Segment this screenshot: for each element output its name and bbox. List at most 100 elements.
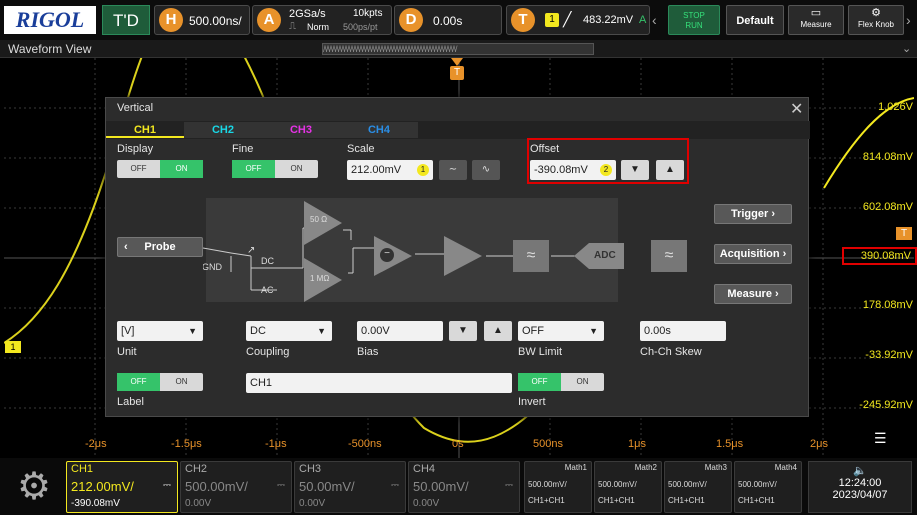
acquisition-nav-button[interactable]: Acquisition › — [714, 244, 792, 264]
chevron-right-icon[interactable]: › — [906, 5, 916, 35]
ch1-scale: 212.00mV/ — [71, 479, 134, 494]
math4-status[interactable]: Math4 500.00mV/ CH1+CH1 — [734, 461, 802, 513]
clock-time: 12:24:00 — [838, 477, 882, 489]
settings-gear-icon[interactable]: ⚙ — [6, 462, 62, 512]
math1-status[interactable]: Math1 500.00mV/ CH1+CH1 — [524, 461, 592, 513]
math1-expr: CH1+CH1 — [528, 496, 565, 505]
math2-expr: CH1+CH1 — [598, 496, 635, 505]
display-toggle[interactable]: OFF ON — [117, 160, 203, 178]
scale-label: Scale — [347, 143, 375, 155]
y-label: 814.08mV — [862, 151, 913, 163]
probe-button[interactable]: ‹ Probe — [117, 237, 203, 257]
x-label: -2μs — [85, 438, 107, 450]
stop-label: STOP — [683, 11, 705, 20]
ch4-scale: 50.00mV/ — [413, 479, 469, 494]
bw-value: OFF — [522, 325, 544, 337]
trigger-position-arrow — [451, 58, 463, 66]
math3-name: Math3 — [704, 463, 727, 472]
scale-up-wave-icon[interactable]: ∿ — [472, 160, 500, 180]
math2-scale: 500.00mV/ — [598, 480, 637, 489]
timebase-mode-button[interactable]: T'D — [102, 5, 150, 35]
scale-down-wave-icon[interactable]: ∼ — [439, 160, 467, 180]
tab-ch1[interactable]: CH1 — [106, 122, 184, 138]
x-label: 0s — [452, 438, 464, 450]
measure-nav-button[interactable]: Measure › — [714, 284, 792, 304]
stop-run-button[interactable]: STOP RUN — [668, 5, 720, 35]
coupling-label: Coupling — [246, 346, 290, 358]
menu-icon[interactable]: ☰ — [874, 430, 887, 447]
invert-toggle[interactable]: OFF ON — [518, 373, 604, 391]
trigger-button[interactable]: T 1 ╱ 483.22mV A — [506, 5, 650, 35]
chevron-down-icon: ▼ — [589, 326, 598, 336]
math1-name: Math1 — [564, 463, 587, 472]
math3-expr: CH1+CH1 — [668, 496, 705, 505]
measure-label: Measure — [800, 20, 832, 29]
toggle-off: OFF — [232, 160, 275, 178]
trigger-nav-label: Trigger — [730, 208, 769, 220]
chevron-left-icon[interactable]: ‹ — [652, 5, 664, 35]
unit-value: [V] — [121, 325, 135, 337]
ch1-marker[interactable]: 1 — [5, 341, 21, 353]
bw-limit-select[interactable]: OFF ▼ — [518, 321, 604, 341]
close-icon[interactable]: ✕ — [790, 99, 803, 119]
x-label: -1.5μs — [171, 438, 202, 450]
math2-status[interactable]: Math2 500.00mV/ CH1+CH1 — [594, 461, 662, 513]
offset-down-button[interactable]: ▼ — [621, 160, 649, 180]
default-button[interactable]: Default — [726, 5, 784, 35]
toggle-off: OFF — [518, 373, 561, 391]
gain-amp-icon — [444, 236, 482, 276]
trigger-mode: A — [639, 14, 647, 26]
acquisition-button[interactable]: A 2GSa/s 10kpts ⎍ Norm 500ps/pt — [252, 5, 392, 35]
chevron-right-icon: › — [775, 288, 779, 300]
fine-toggle[interactable]: OFF ON — [232, 160, 318, 178]
horizontal-scale-button[interactable]: H 500.00ns/ — [154, 5, 250, 35]
unit-label: Unit — [117, 346, 137, 358]
dc-coupling-icon: ⎓ — [277, 480, 285, 491]
tab-ch4[interactable]: CH4 — [340, 122, 418, 138]
circuit-lines: GND DC AC — [203, 227, 577, 295]
dc-coupling-icon: ⎓ — [505, 480, 513, 491]
ch1-status[interactable]: CH1 212.00mV/ -390.08mV ⎓ — [66, 461, 178, 513]
ch2-scale: 500.00mV/ — [185, 479, 248, 494]
offset-axis-label: 390.08mV — [842, 247, 917, 265]
offset-input[interactable]: -390.08mV 2 — [530, 160, 616, 180]
knob-badge: 2 — [600, 164, 612, 176]
trigger-level-marker[interactable]: T — [896, 227, 912, 240]
measure-button[interactable]: ▭ Measure — [788, 5, 844, 35]
speaker-icon[interactable]: 🔈 — [809, 464, 911, 477]
scale-input[interactable]: 212.00mV 1 — [347, 160, 433, 180]
measure-nav-label: Measure — [727, 288, 772, 300]
ch3-scale: 50.00mV/ — [299, 479, 355, 494]
y-label: 602.08mV — [862, 201, 913, 213]
scale-arrow-icon: ↗ — [247, 245, 256, 256]
flexknob-label: Flex Knob — [857, 20, 895, 29]
bias-label: Bias — [357, 346, 379, 358]
tab-ch3[interactable]: CH3 — [262, 122, 340, 138]
bias-input[interactable]: 0.00V — [357, 321, 443, 341]
ch3-status[interactable]: CH3 50.00mV/ 0.00V ⎓ — [294, 461, 406, 513]
label-toggle[interactable]: OFF ON — [117, 373, 203, 391]
ch2-status[interactable]: CH2 500.00mV/ 0.00V ⎓ — [180, 461, 292, 513]
label-input[interactable]: CH1 — [246, 373, 512, 393]
tab-ch2[interactable]: CH2 — [184, 122, 262, 138]
bias-down-button[interactable]: ▼ — [449, 321, 477, 341]
y-label: -245.92mV — [859, 399, 913, 411]
collapse-icon[interactable]: ⌄ — [902, 42, 911, 55]
delay-button[interactable]: D 0.00s — [394, 5, 502, 35]
bias-up-button[interactable]: ▲ — [484, 321, 512, 341]
offset-value: -390.08mV — [534, 164, 588, 176]
toggle-off: OFF — [130, 164, 147, 173]
trigger-nav-button[interactable]: Trigger › — [714, 204, 792, 224]
flex-knob-button[interactable]: ⚙ Flex Knob — [848, 5, 904, 35]
ch4-status[interactable]: CH4 50.00mV/ 0.00V ⎓ — [408, 461, 520, 513]
math3-status[interactable]: Math3 500.00mV/ CH1+CH1 — [664, 461, 732, 513]
unit-select[interactable]: [V] ▼ — [117, 321, 203, 341]
offset-up-button[interactable]: ▲ — [656, 160, 684, 180]
clock-panel[interactable]: 🔈 12:24:00 2023/04/07 — [808, 461, 912, 513]
knob-icon: ⚙ — [871, 7, 881, 19]
d-badge: D — [399, 8, 423, 32]
trigger-position-marker[interactable]: T — [450, 66, 464, 80]
memory-overview-bar[interactable]: /\/\/\/\/\/\/\/\/\/\/\/\/\/\/\/\/\/\/\/\… — [322, 43, 594, 55]
coupling-select[interactable]: DC ▼ — [246, 321, 332, 341]
skew-input[interactable]: 0.00s — [640, 321, 726, 341]
